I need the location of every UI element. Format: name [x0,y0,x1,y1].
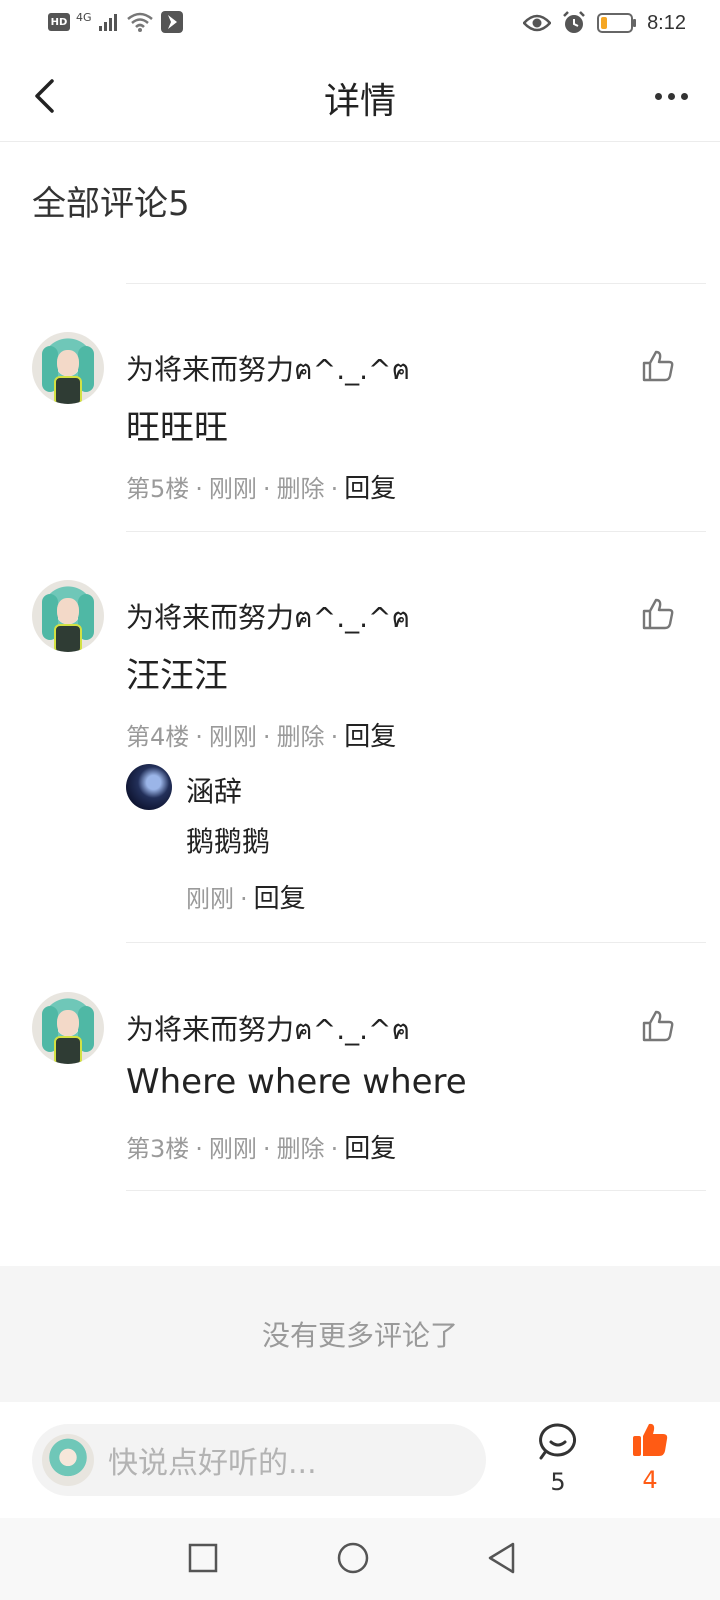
thumbs-up-icon [642,1010,674,1042]
comment-username[interactable]: 为将来而努力ฅ^._.^ฅ [126,1008,410,1052]
app-notification-icon [160,11,183,33]
divider [126,283,706,284]
divider [126,1190,706,1191]
user-avatar [42,1434,94,1486]
wifi-icon [126,12,153,32]
divider [126,531,706,532]
thumbs-up-icon [642,350,674,382]
battery-icon [597,13,637,33]
hd-badge: HD [48,13,70,31]
triangle-back-icon [488,1542,515,1574]
status-right: 8:12 [523,10,686,36]
separator: · [195,1135,203,1163]
status-left: HD 4G [48,10,184,34]
separator: · [330,723,339,751]
screen: HD 4G 8:12 详情 全部评论5 为将来而努力ฅ^._.^ฅ 旺旺旺 第5… [0,0,720,1600]
avatar-body [54,376,82,404]
time-label: 刚刚 [186,885,234,913]
separator: · [330,475,339,503]
avatar[interactable] [32,992,104,1064]
reply-link[interactable]: 回复 [254,884,306,914]
avatar-body [54,1036,82,1064]
delete-link[interactable]: 删除 [277,723,325,751]
circle-icon [337,1542,369,1574]
comment-count: 5 [550,1468,566,1496]
like-button[interactable] [638,594,678,634]
reply-link[interactable]: 回复 [344,1134,396,1164]
floor-label: 第3楼 [126,1135,190,1163]
more-dot-icon [654,92,662,100]
avatar[interactable] [32,580,104,652]
avatar-body [54,624,82,652]
signal-icon [98,14,117,31]
header: 详情 [0,50,720,142]
sub-reply: 涵辞 鹅鹅鹅 刚刚 · 回复 [126,764,686,914]
reply-content: 鹅鹅鹅 [186,825,271,858]
square-icon [188,1543,218,1573]
reply-avatar[interactable] [126,764,172,810]
separator: · [240,885,248,913]
reply-username[interactable]: 涵辞 [186,770,242,810]
thumbs-up-icon [642,598,674,630]
system-nav-bar [0,1518,720,1600]
more-button[interactable] [646,76,696,116]
comment-meta: 第4楼 · 刚刚 · 删除 · 回复 [126,716,396,753]
eye-icon [523,14,552,32]
comment-content: 旺旺旺 [126,408,228,448]
floor-label: 第4楼 [126,723,190,751]
recents-button[interactable] [183,1538,223,1578]
more-dot-icon [680,92,688,100]
floor-label: 第5楼 [126,475,190,503]
time-label: 刚刚 [208,1135,257,1163]
status-time: 8:12 [647,11,686,34]
avatar-face [57,598,79,624]
home-button[interactable] [333,1538,373,1578]
separator: · [195,475,203,503]
time-label: 刚刚 [208,723,257,751]
no-more-comments: 没有更多评论了 [0,1266,720,1402]
page-title: 详情 [323,81,396,122]
separator: · [262,723,271,751]
more-dot-icon [667,92,675,100]
network-label: 4G [76,10,92,24]
comment-meta: 第3楼 · 刚刚 · 删除 · 回复 [126,1128,396,1165]
avatar-face [57,350,79,376]
comment-input-placeholder: 快说点好听的... [108,1446,317,1481]
separator: · [195,723,203,751]
comment-count-button[interactable]: 5 [530,1422,586,1496]
comment-content: 汪汪汪 [126,656,228,696]
delete-link[interactable]: 删除 [277,1135,325,1163]
bottom-bar: 快说点好听的... 5 4 [0,1402,720,1518]
comment-username[interactable]: 为将来而努力ฅ^._.^ฅ [126,596,410,640]
section-title: 全部评论5 [32,184,190,224]
thumbs-up-filled-icon [633,1423,668,1456]
comment-bubble-icon [539,1423,577,1460]
reply-meta: 刚刚 · 回复 [186,878,306,915]
back-nav-button[interactable] [482,1538,522,1578]
alarm-icon [563,11,585,33]
avatar[interactable] [32,332,104,404]
separator: · [262,475,271,503]
like-button[interactable] [638,1006,678,1046]
divider [126,942,706,943]
status-bar: HD 4G 8:12 [0,0,720,50]
like-button[interactable] [638,346,678,386]
like-count: 4 [642,1466,658,1494]
delete-link[interactable]: 删除 [277,475,325,503]
avatar-face [57,1010,79,1036]
comment-username[interactable]: 为将来而努力ฅ^._.^ฅ [126,348,410,392]
separator: · [330,1135,339,1163]
reply-link[interactable]: 回复 [344,474,396,504]
comment-meta: 第5楼 · 刚刚 · 删除 · 回复 [126,468,396,505]
reply-link[interactable]: 回复 [344,722,396,752]
comment-content: Where where where [126,1062,467,1102]
comment-input[interactable]: 快说点好听的... [32,1424,486,1496]
like-count-button[interactable]: 4 [622,1420,678,1494]
separator: · [262,1135,271,1163]
time-label: 刚刚 [208,475,257,503]
